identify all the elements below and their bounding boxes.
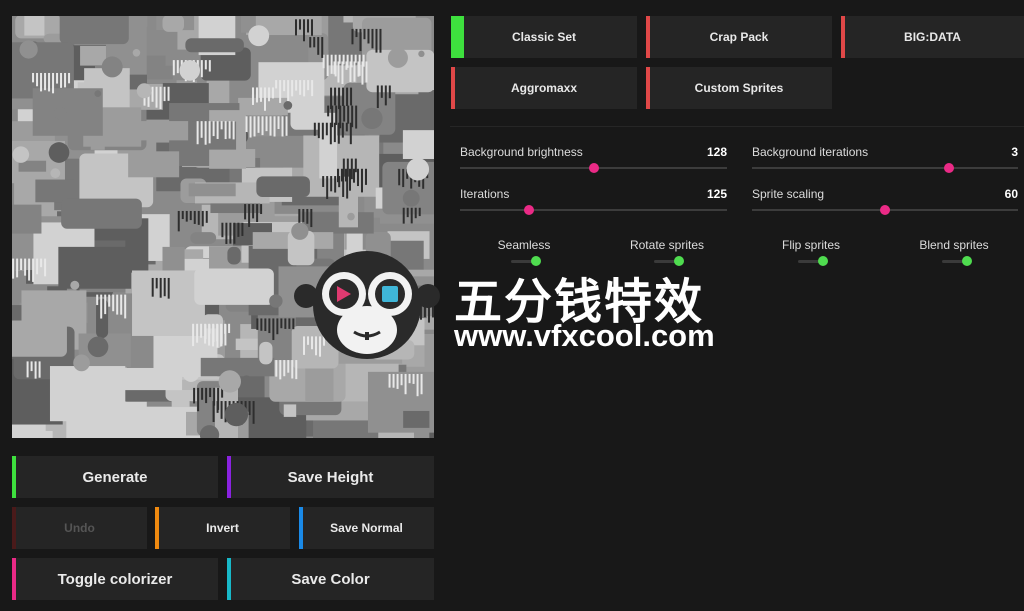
generate-accent: [12, 456, 16, 498]
save-color-button[interactable]: Save Color: [227, 558, 434, 600]
set-accent: [451, 67, 455, 109]
set-label: Crap Pack: [709, 30, 769, 44]
undo-button[interactable]: Undo: [12, 507, 147, 549]
texture-preview: [12, 16, 434, 438]
save-normal-accent: [299, 507, 303, 549]
set-label: BIG:DATA: [904, 30, 961, 44]
slider-thumb[interactable]: [588, 163, 599, 173]
toggle-knob: [962, 256, 972, 266]
save-height-button[interactable]: Save Height: [227, 456, 434, 498]
toggle-label: Blend sprites: [919, 238, 989, 252]
slider-value: 125: [706, 187, 727, 201]
set-custom-sprites[interactable]: Custom Sprites: [646, 67, 832, 109]
slider-track[interactable]: [752, 163, 1018, 173]
save-normal-button[interactable]: Save Normal: [299, 507, 434, 549]
save-normal-label: Save Normal: [330, 521, 403, 535]
slider-label: Sprite scaling: [752, 187, 825, 201]
generate-label: Generate: [82, 468, 148, 486]
toggle-flip-sprites[interactable]: [798, 256, 828, 266]
toggle-colorizer-accent: [12, 558, 16, 600]
save-height-accent: [227, 456, 231, 498]
monkey-logo: [294, 251, 440, 359]
slider-thumb[interactable]: [880, 205, 890, 215]
undo-accent: [12, 507, 16, 549]
watermark-url: www.vfxcool.com: [454, 318, 715, 353]
slider-value: 60: [1004, 187, 1018, 201]
toggle-colorizer-button[interactable]: Toggle colorizer: [12, 558, 218, 600]
set-aggromaxx[interactable]: Aggromaxx: [451, 67, 637, 109]
save-color-accent: [227, 558, 231, 600]
set-accent: [646, 16, 650, 58]
save-height-label: Save Height: [287, 468, 374, 486]
watermark: 五分钱特效 www.vfxcool.com: [292, 250, 742, 360]
set-accent: [646, 67, 650, 109]
slider-label: Iterations: [460, 187, 510, 201]
slider-thumb[interactable]: [943, 163, 954, 173]
toggle-colorizer-label: Toggle colorizer: [57, 570, 173, 588]
section-divider: [450, 126, 1024, 127]
undo-label: Undo: [64, 521, 95, 535]
save-color-label: Save Color: [291, 570, 370, 588]
set-accent: [451, 16, 464, 58]
slider-label: Background iterations: [752, 145, 869, 159]
invert-button[interactable]: Invert: [155, 507, 290, 549]
slider-label: Background brightness: [460, 145, 583, 159]
set-big-data[interactable]: BIG:DATA: [841, 16, 1024, 58]
set-label: Aggromaxx: [510, 81, 578, 95]
set-classic-set[interactable]: Classic Set: [451, 16, 637, 58]
set-accent: [841, 16, 845, 58]
toggle-knob: [818, 256, 828, 266]
invert-label: Invert: [206, 521, 239, 535]
set-label: Custom Sprites: [694, 81, 784, 95]
slider-track[interactable]: [460, 163, 727, 173]
slider-track[interactable]: [752, 205, 1018, 215]
invert-accent: [155, 507, 159, 549]
set-label: Classic Set: [511, 30, 577, 44]
toggle-label: Flip sprites: [781, 238, 840, 252]
slider-value: 3: [1011, 145, 1018, 159]
toggle-blend-sprites[interactable]: [942, 256, 972, 266]
slider-track[interactable]: [460, 205, 727, 215]
slider-value: 128: [706, 145, 727, 159]
generate-button[interactable]: Generate: [12, 456, 218, 498]
slider-thumb[interactable]: [524, 205, 535, 215]
set-crap-pack[interactable]: Crap Pack: [646, 16, 832, 58]
